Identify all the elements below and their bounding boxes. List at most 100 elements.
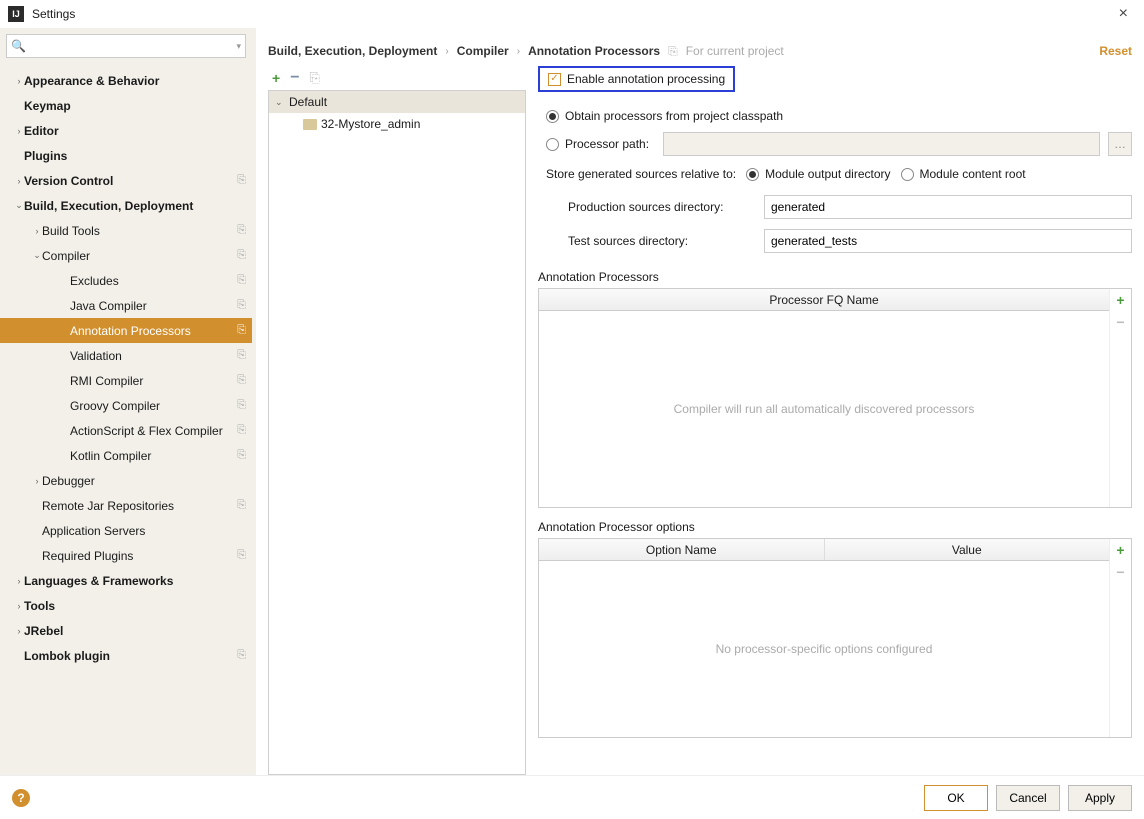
- copy-profile-icon[interactable]: ⎘: [310, 70, 320, 86]
- tree-item[interactable]: ›Languages & Frameworks: [0, 568, 252, 593]
- profile-project-label: 32-Mystore_admin: [321, 117, 420, 131]
- ap-empty-text: Compiler will run all automatically disc…: [539, 311, 1109, 507]
- chevron-icon: ›: [32, 226, 42, 236]
- tree-item[interactable]: ›Appearance & Behavior: [0, 68, 252, 93]
- ap-table: Processor FQ Name Compiler will run all …: [538, 288, 1132, 508]
- ok-button[interactable]: OK: [924, 785, 988, 811]
- help-icon[interactable]: ?: [12, 789, 30, 807]
- chevron-icon: ›: [14, 176, 24, 186]
- module-output-radio[interactable]: Module output directory: [746, 167, 890, 181]
- tree-item[interactable]: ›Editor: [0, 118, 252, 143]
- processor-path-row[interactable]: Processor path: …: [538, 130, 1132, 158]
- close-icon[interactable]: ×: [1111, 5, 1136, 23]
- tree-item[interactable]: Required Plugins⎘: [0, 543, 252, 568]
- project-scope-icon: ⎘: [237, 249, 246, 262]
- main-area: 🔍 ▾ ›Appearance & BehaviorKeymap›EditorP…: [0, 28, 1144, 775]
- search-icon: 🔍: [11, 39, 26, 53]
- tree-item-label: Debugger: [42, 474, 246, 488]
- tree-item-label: Editor: [24, 124, 246, 138]
- profile-project[interactable]: 32-Mystore_admin: [269, 113, 525, 135]
- tree-item[interactable]: ⌄Compiler⎘: [0, 243, 252, 268]
- search-box[interactable]: 🔍 ▾: [6, 34, 246, 58]
- obtain-classpath-row[interactable]: Obtain processors from project classpath: [538, 102, 1132, 130]
- tree-item[interactable]: RMI Compiler ⎘: [0, 368, 252, 393]
- prod-dir-label: Production sources directory:: [568, 200, 754, 214]
- module-root-radio[interactable]: Module content root: [901, 167, 1026, 181]
- project-scope-icon: ⎘: [237, 374, 246, 387]
- tree-item[interactable]: ⌄Build, Execution, Deployment: [0, 193, 252, 218]
- test-dir-input[interactable]: [764, 229, 1132, 253]
- tree-item[interactable]: ActionScript & Flex Compiler⎘: [0, 418, 252, 443]
- chevron-icon: ›: [14, 576, 24, 586]
- dialog-footer: ? OK Cancel Apply: [0, 775, 1144, 819]
- project-scope-icon: ⎘: [237, 299, 246, 312]
- tree-item-label: Remote Jar Repositories: [42, 499, 233, 513]
- prod-dir-input[interactable]: [764, 195, 1132, 219]
- settings-content: Build, Execution, Deployment › Compiler …: [256, 28, 1144, 775]
- chevron-down-icon: ⌄: [275, 97, 285, 108]
- tree-item[interactable]: ›JRebel: [0, 618, 252, 643]
- breadcrumb: Build, Execution, Deployment › Compiler …: [268, 36, 1132, 66]
- tree-item[interactable]: Keymap: [0, 93, 252, 118]
- tree-item[interactable]: Lombok plugin⎘: [0, 643, 252, 668]
- tree-item[interactable]: ›Debugger: [0, 468, 252, 493]
- opt-add-icon[interactable]: +: [1110, 539, 1131, 561]
- tree-item-label: RMI Compiler: [70, 374, 233, 388]
- tree-item[interactable]: Annotation Processors⎘: [0, 318, 252, 343]
- reset-button[interactable]: Reset: [1099, 44, 1132, 58]
- search-input[interactable]: [30, 39, 237, 53]
- cancel-button[interactable]: Cancel: [996, 785, 1060, 811]
- settings-tree[interactable]: ›Appearance & BehaviorKeymap›EditorPlugi…: [0, 64, 252, 775]
- profile-tree[interactable]: ⌄ Default 32-Mystore_admin: [268, 90, 526, 775]
- tree-item[interactable]: ›Version Control⎘: [0, 168, 252, 193]
- opt-section-label: Annotation Processor options: [538, 508, 1132, 538]
- tree-item[interactable]: Validation⎘: [0, 343, 252, 368]
- enable-annotation-row[interactable]: ✓ Enable annotation processing: [538, 66, 735, 92]
- radio-on-icon[interactable]: [746, 168, 759, 181]
- tree-item-label: Annotation Processors: [70, 324, 233, 338]
- breadcrumb-item[interactable]: Compiler: [457, 44, 509, 58]
- tree-item[interactable]: Application Servers: [0, 518, 252, 543]
- enable-label: Enable annotation processing: [567, 72, 725, 86]
- tree-item[interactable]: Groovy Compiler⎘: [0, 393, 252, 418]
- tree-item-label: ActionScript & Flex Compiler: [70, 424, 233, 438]
- opt-col-value[interactable]: Value: [825, 539, 1110, 560]
- add-profile-icon[interactable]: +: [272, 70, 280, 86]
- profile-label: Default: [289, 95, 327, 109]
- radio-on-icon[interactable]: [546, 110, 559, 123]
- browse-button[interactable]: …: [1108, 132, 1132, 156]
- tree-item[interactable]: Plugins: [0, 143, 252, 168]
- profile-panel: + − ⎘ ⌄ Default 32-Mystore_admin: [268, 66, 526, 775]
- ap-add-icon[interactable]: +: [1110, 289, 1131, 311]
- tree-item-label: Excludes: [70, 274, 233, 288]
- tree-item[interactable]: ›Tools: [0, 593, 252, 618]
- prod-dir-row: Production sources directory:: [538, 190, 1132, 224]
- radio-off-icon[interactable]: [546, 138, 559, 151]
- breadcrumb-item[interactable]: Build, Execution, Deployment: [268, 44, 437, 58]
- tree-item-label: Tools: [24, 599, 246, 613]
- project-scope-icon: ⎘: [237, 274, 246, 287]
- opt-empty-text: No processor-specific options configured: [539, 561, 1109, 737]
- project-scope-icon: ⎘: [237, 399, 246, 412]
- chevron-icon: ⌄: [14, 200, 24, 211]
- form-panel: ✓ Enable annotation processing Obtain pr…: [534, 66, 1132, 775]
- opt-table-body: Option Name Value No processor-specific …: [539, 539, 1109, 737]
- tree-item[interactable]: Remote Jar Repositories⎘: [0, 493, 252, 518]
- ap-remove-icon[interactable]: −: [1110, 311, 1131, 333]
- remove-profile-icon[interactable]: −: [290, 69, 299, 87]
- apply-button[interactable]: Apply: [1068, 785, 1132, 811]
- opt-col-name[interactable]: Option Name: [539, 539, 825, 560]
- tree-item-label: Version Control: [24, 174, 233, 188]
- tree-item[interactable]: Excludes ⎘: [0, 268, 252, 293]
- radio-off-icon[interactable]: [901, 168, 914, 181]
- profile-default[interactable]: ⌄ Default: [269, 91, 525, 113]
- search-dropdown-icon[interactable]: ▾: [236, 41, 241, 52]
- tree-item-label: Build Tools: [42, 224, 233, 238]
- tree-item[interactable]: ›Build Tools⎘: [0, 218, 252, 243]
- tree-item[interactable]: Java Compiler⎘: [0, 293, 252, 318]
- folder-icon: [303, 119, 317, 130]
- checkbox-checked-icon[interactable]: ✓: [548, 73, 561, 86]
- tree-item[interactable]: Kotlin Compiler⎘: [0, 443, 252, 468]
- ap-col-fqname[interactable]: Processor FQ Name: [539, 289, 1109, 310]
- opt-remove-icon[interactable]: −: [1110, 561, 1131, 583]
